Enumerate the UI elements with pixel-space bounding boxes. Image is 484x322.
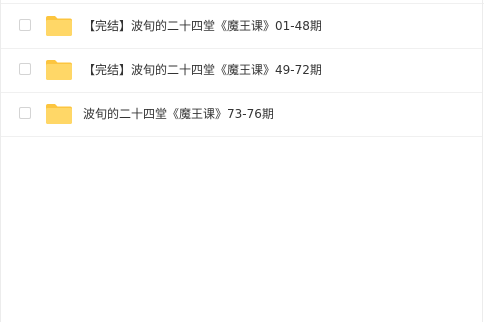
file-name[interactable]: 【完结】波旬的二十四堂《魔王课》49-72期 xyxy=(83,61,322,79)
file-name[interactable]: 【完结】波旬的二十四堂《魔王课》01-48期 xyxy=(83,17,322,35)
folder-icon xyxy=(45,59,73,81)
file-row[interactable]: 【完结】波旬的二十四堂《魔王课》49-72期 xyxy=(1,49,482,93)
folder-icon xyxy=(45,103,73,125)
file-name[interactable]: 波旬的二十四堂《魔王课》73-76期 xyxy=(83,105,274,123)
file-browser: 【完结】波旬的二十四堂《魔王课》01-48期 【完结】波旬的二十四堂《魔王课》4… xyxy=(0,0,484,322)
right-border xyxy=(482,0,483,322)
file-list: 【完结】波旬的二十四堂《魔王课》01-48期 【完结】波旬的二十四堂《魔王课》4… xyxy=(1,5,482,137)
folder-icon xyxy=(45,15,73,37)
row-checkbox[interactable] xyxy=(19,63,31,75)
file-row[interactable]: 波旬的二十四堂《魔王课》73-76期 xyxy=(1,93,482,137)
row-checkbox[interactable] xyxy=(19,19,31,31)
list-top-divider xyxy=(0,0,484,4)
file-row[interactable]: 【完结】波旬的二十四堂《魔王课》01-48期 xyxy=(1,5,482,49)
row-checkbox[interactable] xyxy=(19,107,31,119)
